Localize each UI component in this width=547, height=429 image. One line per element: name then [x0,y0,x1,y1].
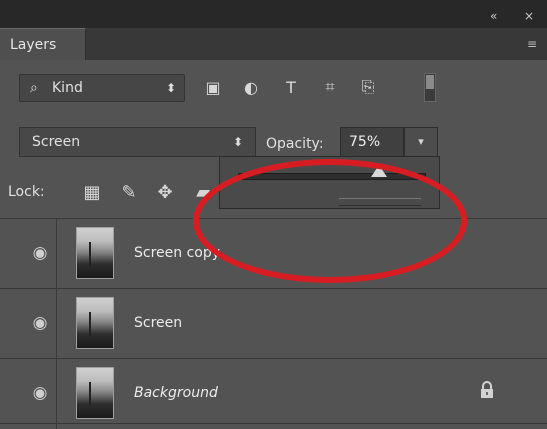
filter-toggle[interactable] [424,73,436,102]
kind-filter-select[interactable]: ⌕ Kind ⬍ [19,74,185,102]
layer-thumbnail [76,367,114,419]
chevron-down-icon: ▾ [418,135,424,148]
layers-panel: ⌕ Kind ⬍ ▣ ◐ T ⌗ ⎘ Screen ⬍ Opacity: 75%… [0,60,547,429]
kind-label: Kind [52,80,83,96]
lock-image-pixels-icon[interactable]: ✎ [117,180,141,204]
type-filter-icon[interactable]: T [282,78,300,97]
lock-label: Lock: [8,184,45,200]
eye-icon[interactable]: ◉ [30,383,50,403]
layer-name: Background [134,385,218,401]
lock-transparent-pixels-icon[interactable]: ▦ [80,180,104,204]
panel-menu-icon[interactable]: ≡ [527,37,537,51]
adjustment-filter-icon[interactable]: ◐ [242,78,260,97]
opacity-input[interactable]: 75% [340,127,404,157]
shape-filter-icon[interactable]: ⌗ [321,77,339,96]
lock-position-icon[interactable]: ✥ [153,180,177,204]
blend-mode-label: Screen [32,134,81,150]
window-title-bar: « × [0,0,547,28]
layer-row-screen[interactable]: ◉ Screen [0,289,547,359]
eye-icon[interactable]: ◉ [30,313,50,333]
layer-separator [56,359,57,429]
search-icon: ⌕ [30,80,38,96]
smart-object-filter-icon[interactable]: ⎘ [359,77,377,96]
image-filter-icon[interactable]: ▣ [204,78,222,97]
highlight-circle [193,159,467,283]
close-panel-button[interactable]: × [524,9,534,23]
layer-thumbnail [76,227,114,279]
collapse-panel-button[interactable]: « [490,9,497,23]
updown-icon: ⬍ [232,135,243,149]
opacity-label: Opacity: [266,136,324,152]
filter-row: ⌕ Kind ⬍ ▣ ◐ T ⌗ ⎘ [0,60,547,116]
layer-row-background[interactable]: ◉ Background [0,359,547,429]
layer-name: Screen [134,315,183,331]
layer-separator [56,289,57,359]
opacity-dropdown-button[interactable]: ▾ [404,127,438,157]
layer-thumbnail [76,297,114,349]
tab-layers[interactable]: Layers [0,28,86,60]
blend-mode-select[interactable]: Screen ⬍ [19,127,256,157]
updown-icon: ⬍ [165,81,176,95]
lock-icon [479,381,495,399]
panel-tab-bar: Layers ≡ [0,28,547,60]
layer-separator [56,219,57,289]
eye-icon[interactable]: ◉ [30,243,50,263]
